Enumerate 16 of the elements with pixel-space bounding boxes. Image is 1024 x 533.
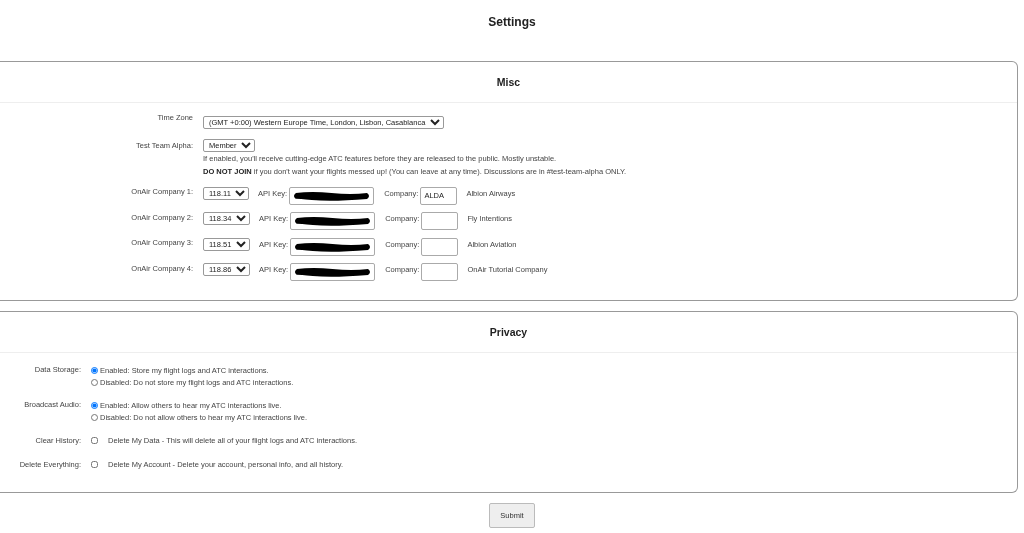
api-key-field[interactable] [290,212,376,230]
page-title: Settings [487,14,537,31]
api-key-field[interactable] [289,186,375,205]
panel-title: Privacy [489,326,528,338]
company-field[interactable] [421,263,459,281]
radio-button[interactable] [91,378,98,386]
checkbox[interactable] [91,437,98,444]
company-field[interactable] [421,237,459,256]
panel-title: Misc [496,76,521,88]
radio-button[interactable] [91,366,98,374]
radio-button[interactable] [91,413,98,421]
api-key-field[interactable] [290,237,376,256]
checkbox[interactable] [91,461,98,468]
api-key-field[interactable] [290,263,376,281]
company-field[interactable] [421,212,459,230]
radio-button[interactable] [91,401,98,409]
